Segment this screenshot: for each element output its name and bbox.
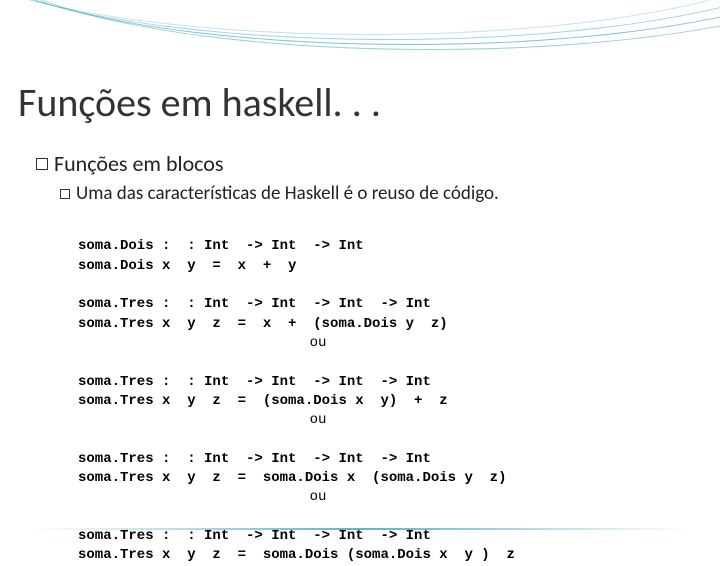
code-separator: ou — [78, 411, 558, 430]
code-line: soma.Tres x y z = soma.Dois x (soma.Dois… — [78, 470, 506, 486]
code-line: soma.Tres x y z = (soma.Dois x y) + z — [78, 393, 448, 409]
decorative-waves — [0, 0, 720, 80]
decorative-divider — [30, 528, 690, 530]
code-line: soma.Dois : : Int -> Int -> Int — [78, 238, 364, 254]
code-line: soma.Tres x y z = soma.Dois (soma.Dois x… — [78, 547, 515, 563]
bullet-level1-text: Funções em blocos — [54, 150, 224, 177]
code-line: soma.Dois x y = x + y — [78, 258, 296, 274]
code-block: soma.Dois : : Int -> Int -> Int soma.Doi… — [78, 218, 558, 566]
bullet-icon — [36, 158, 48, 170]
code-separator: ou — [78, 488, 558, 507]
code-line: soma.Tres : : Int -> Int -> Int -> Int — [78, 374, 431, 390]
bullet-level2: Uma das características de Haskell é o r… — [60, 182, 499, 205]
code-line: soma.Tres : : Int -> Int -> Int -> Int — [78, 528, 431, 544]
bullet-icon — [60, 189, 70, 199]
code-line: soma.Tres : : Int -> Int -> Int -> Int — [78, 296, 431, 312]
code-line: soma.Tres x y z = x + (soma.Dois y z) — [78, 316, 448, 332]
slide-title: Funções em haskell. . . — [18, 78, 381, 127]
code-separator: ou — [78, 334, 558, 353]
bullet-level2-text: Uma das características de Haskell é o r… — [76, 182, 499, 205]
bullet-level1: Funções em blocos — [36, 150, 224, 177]
code-line: soma.Tres : : Int -> Int -> Int -> Int — [78, 451, 431, 467]
